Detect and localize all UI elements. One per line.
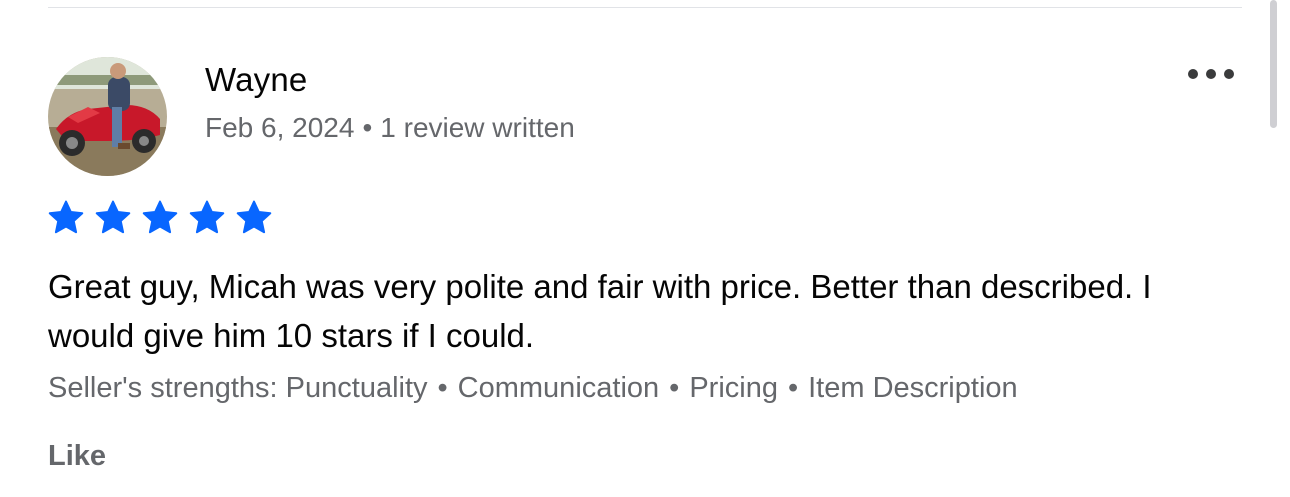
review-date: Feb 6, 2024 <box>205 112 355 143</box>
star-icon <box>47 199 85 239</box>
avatar[interactable] <box>48 57 167 176</box>
star-icon <box>94 199 132 239</box>
strengths-label: Seller's strengths: <box>48 372 278 404</box>
meta-separator: • <box>362 112 373 143</box>
strength-item: Item Description <box>808 372 1018 404</box>
strength-separator: • <box>669 372 680 404</box>
seller-strengths: Seller's strengths: Punctuality • Communic… <box>48 372 1018 405</box>
review-meta: Feb 6, 2024 • 1 review written <box>205 112 575 144</box>
top-divider <box>48 7 1242 8</box>
star-rating <box>47 199 273 239</box>
like-button[interactable]: Like <box>48 440 106 473</box>
strength-separator: • <box>437 372 448 404</box>
reviews-written-count: 1 review written <box>380 112 575 143</box>
more-options-button[interactable] <box>1186 62 1238 86</box>
strength-item: Punctuality <box>285 372 428 404</box>
strength-item: Communication <box>457 372 660 404</box>
review-card: Wayne Feb 6, 2024 • 1 review written Great… <box>0 0 1290 497</box>
star-icon <box>188 199 226 239</box>
reviewer-name[interactable]: Wayne <box>205 61 307 99</box>
strength-separator: • <box>787 372 799 404</box>
review-text: Great guy, Micah was very polite and fai… <box>48 268 1152 354</box>
scrollbar[interactable] <box>1270 0 1277 128</box>
star-icon <box>141 199 179 239</box>
avatar-photo <box>48 57 167 176</box>
strength-item: Pricing <box>689 372 778 404</box>
more-horizontal-icon <box>1188 69 1234 79</box>
star-icon <box>235 199 273 239</box>
